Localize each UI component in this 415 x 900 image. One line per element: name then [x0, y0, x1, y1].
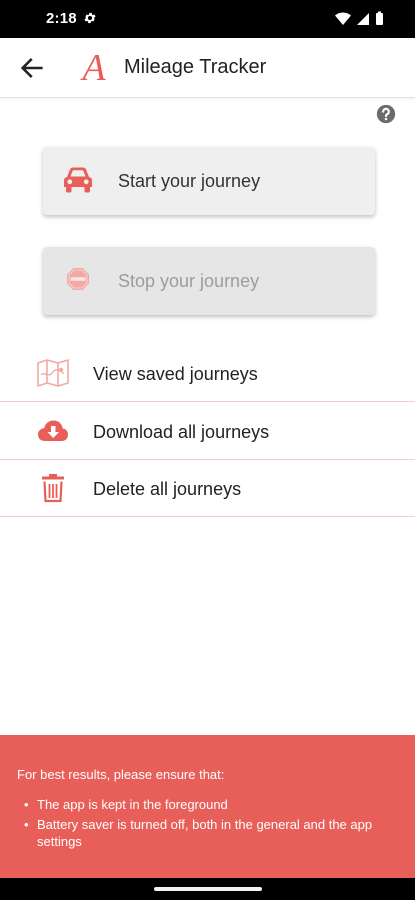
stop-sign-icon [67, 268, 89, 290]
wifi-icon [335, 12, 351, 25]
info-bullet: Battery saver is turned off, both in the… [17, 816, 398, 850]
cloud-download-icon [38, 420, 68, 441]
view-saved-journeys-label: View saved journeys [93, 364, 258, 384]
car-icon [64, 167, 92, 193]
start-journey-button[interactable]: Start your journey [43, 147, 375, 215]
status-bar: 2:18 [0, 0, 415, 38]
battery-icon [376, 13, 383, 25]
settings-gear-icon [84, 12, 96, 24]
app-logo-icon: A [79, 48, 106, 84]
back-arrow-icon[interactable] [18, 54, 46, 82]
info-list: The app is kept in the foreground Batter… [17, 796, 398, 850]
info-panel: For best results, please ensure that: Th… [0, 735, 415, 878]
download-all-journeys-label: Download all journeys [93, 422, 270, 442]
app-toolbar: A Mileage Tracker [0, 38, 415, 98]
delete-all-journeys-label: Delete all journeys [93, 479, 242, 499]
cellular-signal-icon [357, 13, 369, 25]
help-icon[interactable] [376, 104, 396, 124]
svg-text:A: A [79, 48, 106, 84]
page-title: Mileage Tracker [124, 56, 267, 78]
system-nav-bar [0, 878, 415, 900]
delete-all-journeys-item[interactable]: Delete all journeys [0, 460, 415, 517]
map-icon [37, 359, 69, 387]
view-saved-journeys-item[interactable]: View saved journeys [0, 345, 415, 402]
stop-journey-label: Stop your journey [118, 271, 260, 291]
info-bullet: The app is kept in the foreground [17, 796, 398, 813]
app-screen: A Mileage Tracker Start your journey Sto… [0, 38, 415, 878]
status-time: 2:18 [46, 10, 77, 27]
start-journey-label: Start your journey [118, 171, 261, 191]
stop-journey-button[interactable]: Stop your journey [43, 247, 375, 315]
trash-icon [42, 474, 64, 503]
home-gesture-handle[interactable] [154, 887, 262, 891]
info-title: For best results, please ensure that: [17, 767, 225, 782]
status-icons [335, 11, 383, 25]
download-all-journeys-item[interactable]: Download all journeys [0, 403, 415, 460]
